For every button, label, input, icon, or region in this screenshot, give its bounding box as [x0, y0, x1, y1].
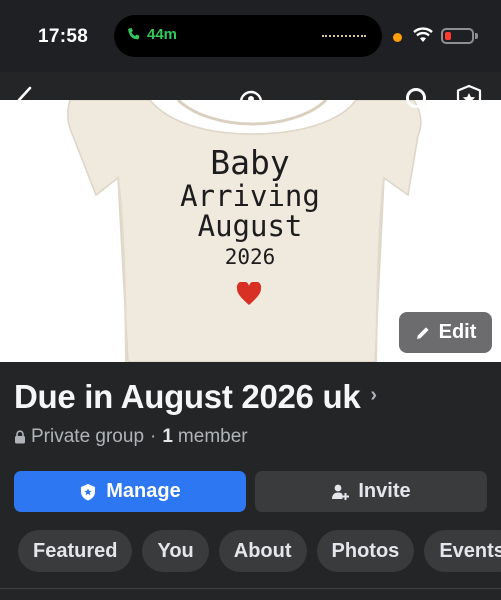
shield-icon[interactable] [455, 84, 483, 116]
onesie-print: Baby Arriving August 2026 [160, 143, 340, 269]
battery-icon [441, 28, 474, 44]
invite-label: Invite [358, 480, 411, 502]
call-duration: 44m [147, 26, 178, 43]
chevron-right-icon: › [370, 383, 377, 406]
call-indicator[interactable]: 44m [126, 26, 177, 43]
add-person-icon [332, 484, 350, 500]
group-icon[interactable] [238, 89, 264, 101]
shield-star-icon [81, 483, 96, 500]
manage-button[interactable]: Manage [14, 471, 246, 512]
tab-photos[interactable]: Photos [316, 530, 415, 572]
back-icon[interactable] [14, 86, 36, 114]
status-time: 17:58 [38, 26, 89, 47]
meta-separator: · [150, 426, 157, 447]
phone-icon [128, 27, 140, 39]
group-tabs: Featured You About Photos Events [18, 530, 501, 572]
onesie-line-4: 2026 [224, 244, 276, 269]
lock-icon [15, 430, 25, 444]
dynamic-island[interactable]: 44m [114, 15, 382, 57]
manage-label: Manage [106, 480, 181, 502]
wifi-icon [413, 27, 433, 42]
invite-button[interactable]: Invite [255, 471, 487, 512]
mic-indicator-icon [393, 33, 402, 42]
pencil-icon [416, 326, 429, 339]
tab-you[interactable]: You [142, 530, 209, 572]
audio-waveform [322, 35, 366, 37]
onesie-line-1: Baby [210, 143, 290, 182]
tab-about[interactable]: About [218, 530, 307, 572]
onesie-line-3: August [197, 209, 303, 244]
edit-label: Edit [438, 321, 477, 343]
heart-icon [236, 282, 262, 305]
privacy-label: Private group [31, 426, 145, 447]
search-icon[interactable] [404, 86, 434, 116]
member-label[interactable]: member [178, 426, 248, 448]
tab-events[interactable]: Events [424, 530, 501, 572]
battery-tip [475, 33, 478, 39]
tab-featured[interactable]: Featured [18, 530, 133, 572]
onesie-line-2: Arriving [180, 178, 320, 213]
group-meta: Private group · 1 member [14, 426, 248, 448]
status-bar: 17:58 44m [0, 0, 501, 72]
group-title[interactable]: Due in August 2026 uk › [14, 378, 377, 416]
divider [0, 588, 501, 589]
group-name: Due in August 2026 uk [14, 378, 361, 415]
edit-cover-button[interactable]: Edit [399, 312, 492, 353]
member-count[interactable]: 1 [162, 426, 173, 448]
